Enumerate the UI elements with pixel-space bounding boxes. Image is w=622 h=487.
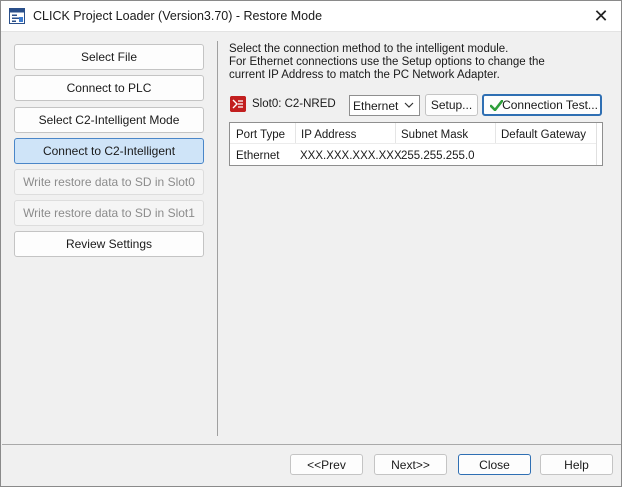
close-button[interactable]: Close <box>458 454 531 475</box>
step-write-restore-slot0-button: Write restore data to SD in Slot0 <box>14 169 204 195</box>
step-connect-to-c2-intelligent-button[interactable]: Connect to C2-Intelligent <box>14 138 204 164</box>
instruction-line-1: Select the connection method to the inte… <box>229 43 509 55</box>
step-connect-to-plc-button[interactable]: Connect to PLC <box>14 75 204 101</box>
cell-ip-address: XXX.XXX.XXX.XXX <box>300 150 402 162</box>
table-scrollbar[interactable] <box>596 123 602 165</box>
footer-divider <box>2 444 621 445</box>
step-select-c2-intelligent-mode-button[interactable]: Select C2-Intelligent Mode <box>14 107 204 133</box>
cell-subnet-mask: 255.255.255.0 <box>401 150 475 162</box>
title-separator <box>1 31 621 32</box>
step-write-restore-slot1-button: Write restore data to SD in Slot1 <box>14 200 204 226</box>
setup-button[interactable]: Setup... <box>425 94 478 116</box>
column-header-default-gateway: Default Gateway <box>501 129 587 141</box>
restore-mode-window: CLICK Project Loader (Version3.70) - Res… <box>0 0 622 487</box>
column-header-subnet-mask: Subnet Mask <box>401 129 469 141</box>
cell-port-type: Ethernet <box>236 150 280 162</box>
window-title: CLICK Project Loader (Version3.70) - Res… <box>33 9 323 23</box>
network-settings-table: Port Type IP Address Subnet Mask Default… <box>229 122 603 166</box>
title-bar: CLICK Project Loader (Version3.70) - Res… <box>1 1 621 31</box>
app-window-icon <box>9 8 25 24</box>
instruction-line-3: current IP Address to match the PC Netwo… <box>229 69 500 81</box>
chevron-down-icon <box>404 102 414 108</box>
connection-type-value: Ethernet <box>353 98 399 113</box>
instruction-line-2: For Ethernet connections use the Setup o… <box>229 56 545 68</box>
column-divider <box>495 123 496 143</box>
column-header-ip-address: IP Address <box>301 129 357 141</box>
connection-type-select[interactable]: Ethernet <box>349 95 420 116</box>
help-button[interactable]: Help <box>540 454 613 475</box>
step-select-file-button[interactable]: Select File <box>14 44 204 70</box>
prev-button[interactable]: <<Prev <box>290 454 363 475</box>
close-window-icon[interactable]: ✕ <box>589 4 613 28</box>
connection-test-button[interactable]: Connection Test... <box>482 94 602 116</box>
column-header-port-type: Port Type <box>236 129 286 141</box>
next-button[interactable]: Next>> <box>374 454 447 475</box>
connection-test-label: Connection Test... <box>502 98 598 112</box>
slot-label: Slot0: C2-NRED <box>252 98 336 110</box>
step-review-settings-button[interactable]: Review Settings <box>14 231 204 257</box>
column-divider <box>395 123 396 143</box>
column-divider <box>295 123 296 143</box>
header-divider <box>230 143 602 144</box>
instructions-text: Select the connection method to the inte… <box>229 43 609 82</box>
vertical-divider <box>217 41 218 436</box>
checkmark-icon <box>490 100 503 111</box>
module-icon <box>230 96 246 112</box>
